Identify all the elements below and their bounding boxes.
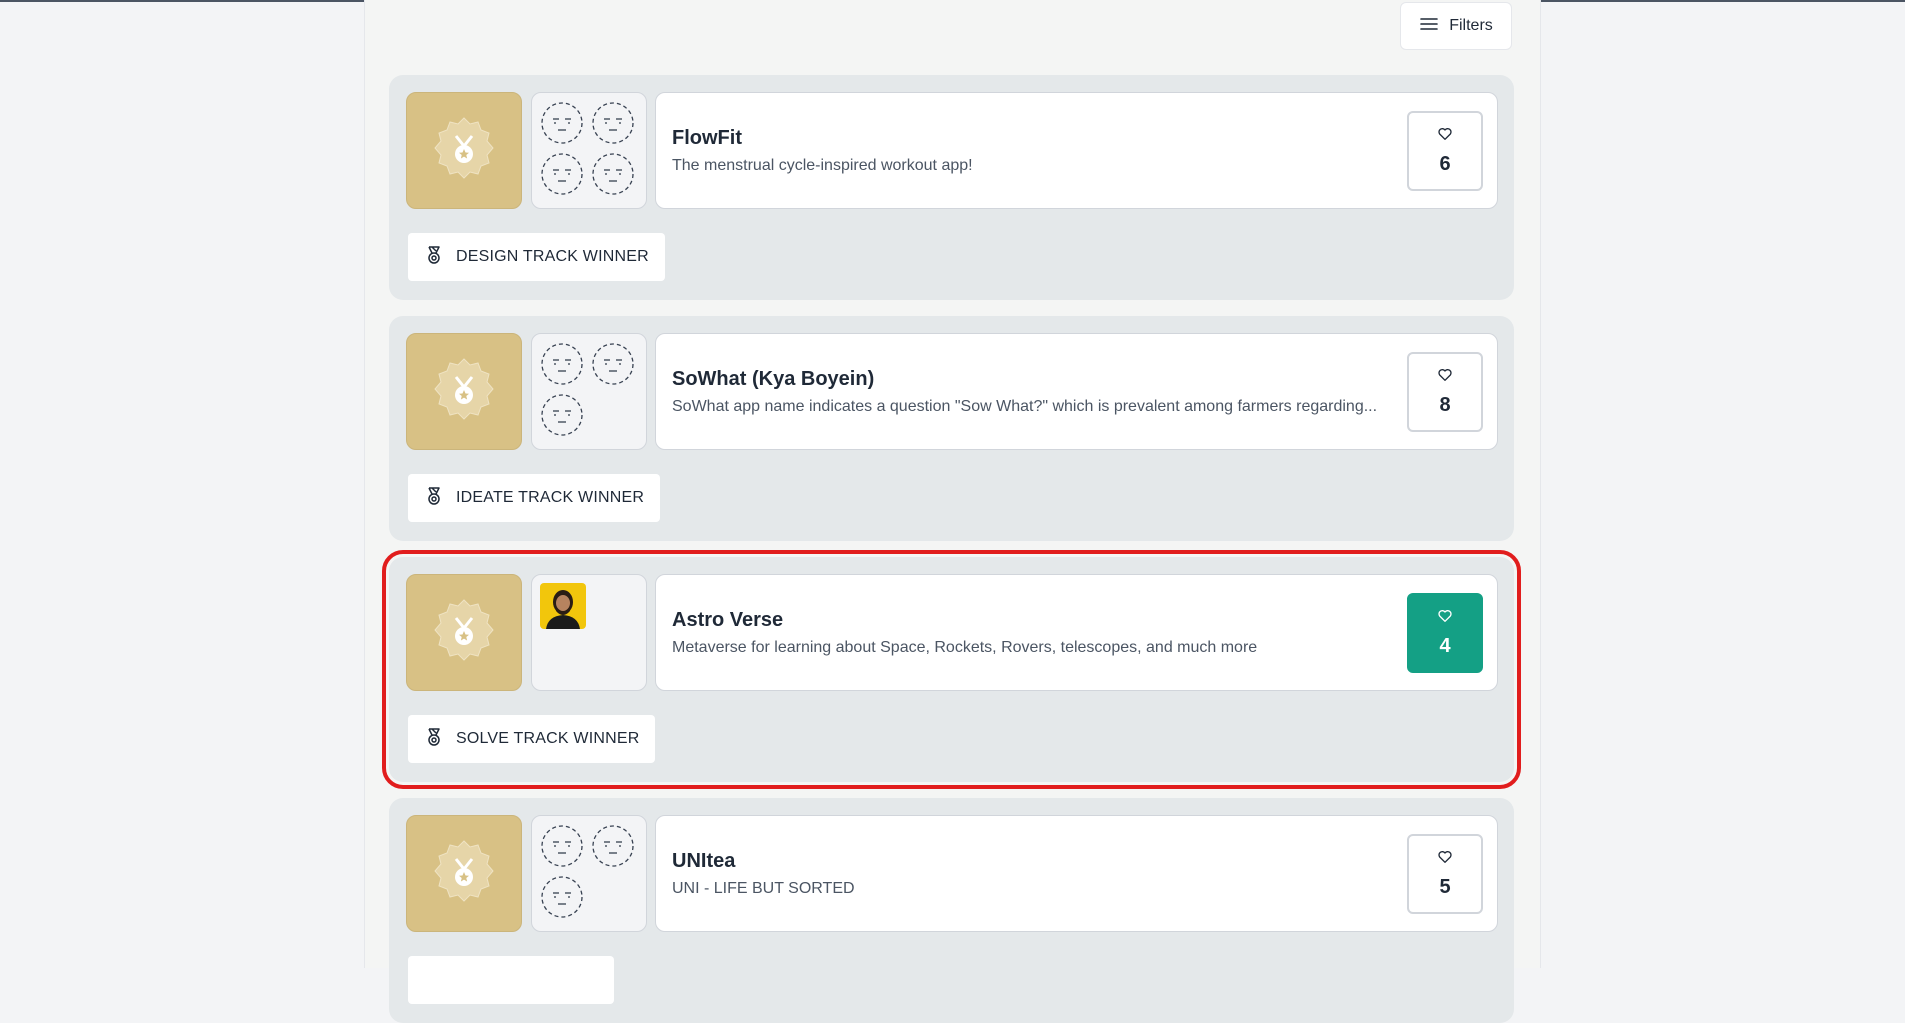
team-members-tile xyxy=(531,92,647,209)
project-description: SoWhat app name indicates a question "So… xyxy=(672,398,1378,415)
like-count: 8 xyxy=(1439,394,1451,416)
like-count: 6 xyxy=(1439,153,1451,175)
menu-lines-icon xyxy=(1419,14,1439,39)
filters-button[interactable]: Filters xyxy=(1400,2,1512,50)
like-count: 5 xyxy=(1439,876,1451,898)
project-info-panel[interactable]: Astro Verse Metaverse for learning about… xyxy=(655,574,1498,691)
placeholder-face-icon xyxy=(540,875,584,919)
heart-icon xyxy=(1437,849,1453,870)
medal-icon xyxy=(432,839,496,908)
project-description: The menstrual cycle-inspired workout app… xyxy=(672,157,973,174)
project-medal-tile xyxy=(406,92,522,209)
team-members-tile xyxy=(531,333,647,450)
badge-label: IDEATE TRACK WINNER xyxy=(456,489,645,506)
project-card: FlowFit The menstrual cycle-inspired wor… xyxy=(389,75,1514,300)
project-medal-tile xyxy=(406,574,522,691)
placeholder-face-icon xyxy=(591,101,635,145)
placeholder-face-icon xyxy=(540,101,584,145)
medal-icon xyxy=(432,357,496,426)
member-avatar[interactable] xyxy=(540,583,586,629)
like-button[interactable]: 4 xyxy=(1407,593,1483,673)
placeholder-face-icon xyxy=(540,152,584,196)
heart-icon xyxy=(1437,608,1453,629)
medal-outline-icon xyxy=(424,486,444,511)
placeholder-face-icon xyxy=(591,342,635,386)
project-info-panel[interactable]: SoWhat (Kya Boyein) SoWhat app name indi… xyxy=(655,333,1498,450)
project-card-highlighted: Astro Verse Metaverse for learning about… xyxy=(382,550,1521,789)
badge-label: DESIGN TRACK WINNER xyxy=(456,248,649,265)
like-button[interactable]: 8 xyxy=(1407,352,1483,432)
project-info-panel[interactable]: UNItea UNI - LIFE BUT SORTED 5 xyxy=(655,815,1498,932)
project-card: SoWhat (Kya Boyein) SoWhat app name indi… xyxy=(389,316,1514,541)
project-title[interactable]: Astro Verse xyxy=(672,609,783,632)
team-members-tile xyxy=(531,815,647,932)
medal-icon xyxy=(432,116,496,185)
like-button[interactable]: 5 xyxy=(1407,834,1483,914)
track-winner-badge: DESIGN TRACK WINNER xyxy=(408,233,665,281)
placeholder-face-icon xyxy=(591,824,635,868)
project-description: UNI - LIFE BUT SORTED xyxy=(672,880,855,897)
project-info-panel[interactable]: FlowFit The menstrual cycle-inspired wor… xyxy=(655,92,1498,209)
medal-outline-icon xyxy=(424,727,444,752)
placeholder-face-icon xyxy=(540,824,584,868)
track-winner-badge: IDEATE TRACK WINNER xyxy=(408,474,661,522)
like-button[interactable]: 6 xyxy=(1407,111,1483,191)
project-card: UNItea UNI - LIFE BUT SORTED 5 xyxy=(389,798,1514,1023)
medal-outline-icon xyxy=(424,245,444,270)
badge-label: SOLVE TRACK WINNER xyxy=(456,730,640,747)
heart-icon xyxy=(1437,126,1453,147)
placeholder-face-icon xyxy=(591,152,635,196)
filters-label: Filters xyxy=(1449,17,1493,34)
project-medal-tile xyxy=(406,333,522,450)
track-winner-badge: SOLVE TRACK WINNER xyxy=(408,715,656,763)
placeholder-face-icon xyxy=(540,393,584,437)
project-title[interactable]: FlowFit xyxy=(672,127,742,150)
heart-icon xyxy=(1437,367,1453,388)
like-count: 4 xyxy=(1439,635,1451,657)
track-winner-badge xyxy=(408,956,614,1004)
medal-icon xyxy=(432,598,496,667)
placeholder-face-icon xyxy=(540,342,584,386)
project-description: Metaverse for learning about Space, Rock… xyxy=(672,639,1258,656)
project-title[interactable]: UNItea xyxy=(672,850,735,873)
team-members-tile xyxy=(531,574,647,691)
project-medal-tile xyxy=(406,815,522,932)
project-title[interactable]: SoWhat (Kya Boyein) xyxy=(672,368,874,391)
